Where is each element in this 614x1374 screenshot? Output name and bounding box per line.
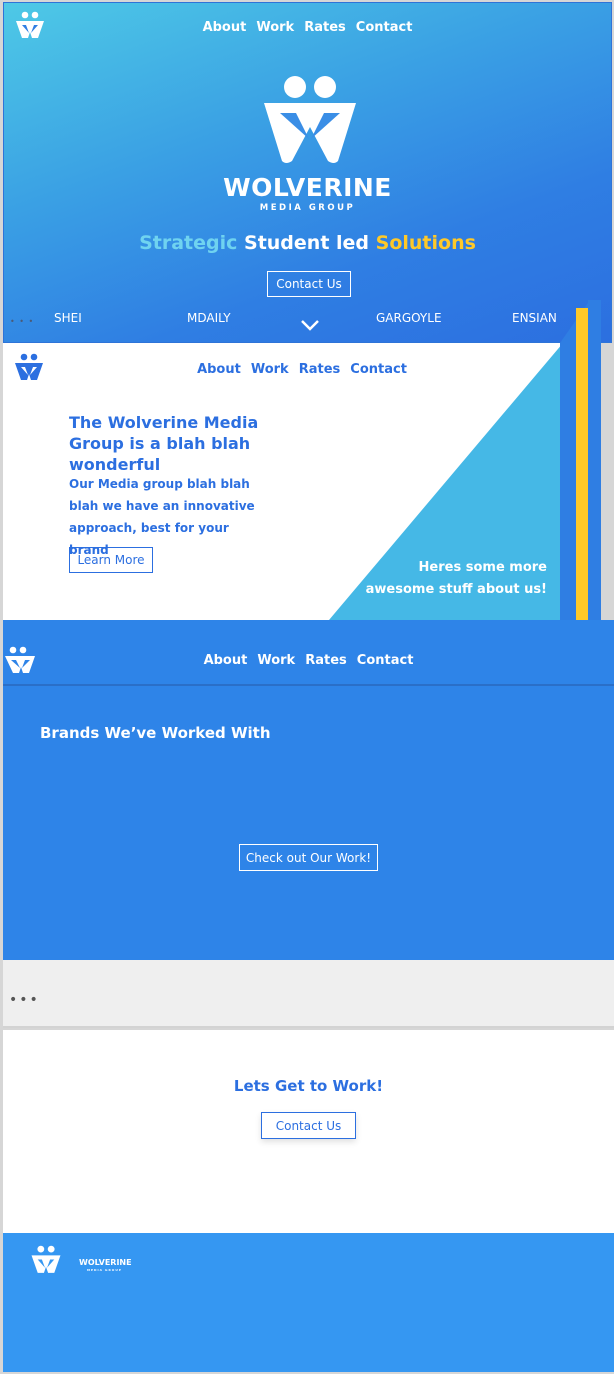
hero-nav: About Work Rates Contact (4, 20, 611, 35)
wolverine-logo-big (264, 76, 356, 163)
nav-work[interactable]: Work (256, 20, 294, 35)
more-dots-icon: • • • (10, 317, 35, 326)
nav-rates[interactable]: Rates (299, 362, 341, 377)
about-section: About Work Rates Contact The Wolverine M… (3, 343, 601, 620)
nav-about[interactable]: About (203, 20, 247, 35)
check-out-work-button[interactable]: Check out Our Work! (239, 844, 378, 871)
publication-shei[interactable]: SHEI (54, 311, 82, 325)
work-section: About Work Rates Contact Brands We’ve Wo… (3, 620, 614, 960)
nav-work[interactable]: Work (257, 653, 295, 668)
nav-rates[interactable]: Rates (304, 20, 346, 35)
hero-section: About Work Rates Contact WOLVERINE MEDIA… (3, 2, 612, 343)
tagline-part-1: Strategic (139, 232, 238, 254)
footer: WOLVERINE MEDIA GROUP (3, 1233, 614, 1372)
wolverine-logo-icon[interactable] (29, 1245, 63, 1276)
brand-subtitle: MEDIA GROUP (259, 203, 356, 213)
tagline-part-2: Student led (244, 232, 370, 254)
decorative-stripes (560, 300, 601, 620)
work-heading: Brands We’ve Worked With (40, 724, 271, 742)
empty-strip: ••• (3, 960, 614, 1028)
nav-contact[interactable]: Contact (350, 362, 407, 377)
nav-about[interactable]: About (204, 653, 248, 668)
learn-more-button[interactable]: Learn More (69, 547, 153, 573)
nav-contact[interactable]: Contact (356, 20, 413, 35)
publication-ensian[interactable]: ENSIAN (512, 311, 557, 325)
nav-work[interactable]: Work (251, 362, 289, 377)
publication-mdaily[interactable]: MDAILY (187, 311, 231, 325)
contact-heading: Lets Get to Work! (233, 1077, 384, 1095)
work-nav: About Work Rates Contact (3, 653, 614, 668)
about-nav: About Work Rates Contact (3, 362, 601, 377)
footer-brand-name: WOLVERINE (79, 1258, 132, 1267)
tagline-part-3: Solutions (375, 232, 476, 254)
contact-us-button[interactable]: Contact Us (267, 271, 351, 297)
contact-section: Lets Get to Work! Contact Us (3, 1030, 614, 1233)
nav-about[interactable]: About (197, 362, 241, 377)
nav-divider (3, 684, 614, 686)
publication-gargoyle[interactable]: GARGOYLE (376, 311, 442, 325)
nav-rates[interactable]: Rates (305, 653, 347, 668)
about-headline: The Wolverine Media Group is a blah blah… (69, 413, 259, 474)
hero-tagline: Strategic Student led Solutions (4, 232, 611, 254)
nav-contact[interactable]: Contact (357, 653, 414, 668)
contact-us-button[interactable]: Contact Us (261, 1112, 356, 1139)
about-more-text: Heres some more awesome stuff about us! (365, 560, 547, 597)
chevron-down-icon[interactable] (300, 319, 320, 331)
more-dots-icon[interactable]: ••• (9, 992, 40, 1008)
footer-brand-subtitle: MEDIA GROUP (87, 1268, 122, 1272)
brand-name: WOLVERINE (223, 173, 392, 202)
